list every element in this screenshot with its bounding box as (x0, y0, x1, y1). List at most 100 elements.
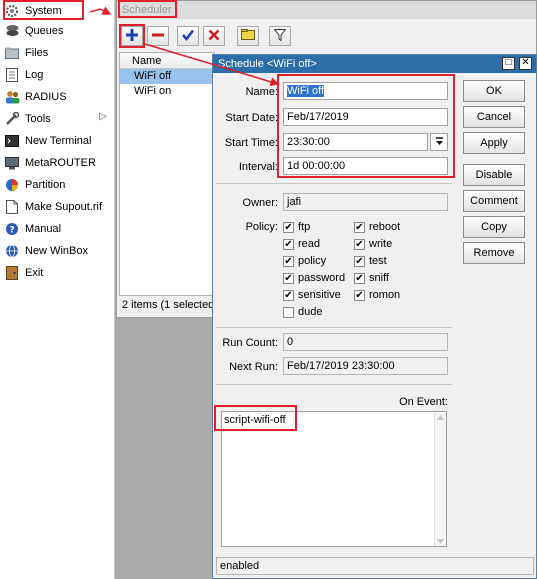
divider (216, 183, 452, 184)
sidebar-item-label: Partition (25, 179, 66, 191)
sidebar-item-system[interactable]: System (0, 0, 115, 22)
owner-field: jafi (283, 193, 448, 211)
list-status: 2 items (1 selected) (122, 299, 218, 311)
remove-button[interactable] (147, 26, 169, 46)
svg-text:?: ? (9, 226, 14, 236)
interval-field[interactable]: 1d 00:00:00 (283, 157, 448, 175)
name-field[interactable]: WiFi off (283, 82, 448, 100)
scheduler-title: Scheduler (117, 1, 536, 19)
checkbox-label: write (369, 238, 393, 250)
event-scrollbar[interactable] (434, 412, 446, 546)
name-value: WiFi off (287, 85, 325, 97)
policy-write-checkbox[interactable]: ✔ write (354, 238, 392, 250)
table-row[interactable]: WiFi off (120, 69, 214, 84)
sidebar-item-new-winbox[interactable]: New WinBox (0, 240, 115, 262)
comment-icon (241, 29, 255, 43)
add-button[interactable] (121, 26, 143, 46)
cancel-button[interactable]: Cancel (463, 106, 525, 128)
disable-button[interactable] (203, 26, 225, 46)
sidebar-item-queues[interactable]: Queues (0, 20, 115, 42)
checkbox-label: policy (298, 255, 327, 267)
sidebar-item-label: New Terminal (25, 135, 92, 147)
chevron-down-icon (435, 136, 444, 149)
apply-button[interactable]: Apply (463, 132, 525, 154)
sidebar-item-make-supout[interactable]: Make Supout.rif (0, 196, 115, 218)
policy-read-checkbox[interactable]: ✔ read (283, 238, 320, 250)
enable-button[interactable] (177, 26, 199, 46)
sidebar-item-label: Queues (25, 25, 64, 37)
sidebar-item-radius[interactable]: RADIUS (0, 86, 115, 108)
policy-policy-checkbox[interactable]: ✔ policy (283, 255, 326, 267)
partition-icon (4, 177, 20, 193)
sidebar-item-log[interactable]: Log (0, 64, 115, 86)
checkbox-label: reboot (369, 221, 401, 233)
policy-sniff-checkbox[interactable]: ✔ sniff (354, 272, 389, 284)
divider (216, 384, 452, 385)
minus-icon (152, 29, 164, 44)
checkbox-label: read (298, 238, 321, 250)
start-time-field[interactable]: 23:30:00 (283, 133, 428, 151)
checkbox-label: sniff (369, 272, 389, 284)
supout-icon (4, 199, 20, 215)
comment-entry-button[interactable]: Comment (463, 190, 525, 212)
policy-test-checkbox[interactable]: ✔ test (354, 255, 387, 267)
maximize-icon: □ (505, 57, 512, 68)
sidebar-item-manual[interactable]: ? Manual (0, 218, 115, 240)
sidebar-item-files[interactable]: Files (0, 42, 115, 64)
cross-icon (208, 29, 220, 44)
submenu-arrow-icon: ▷ (99, 111, 107, 122)
sidebar-item-label: System (25, 5, 62, 17)
policy-dude-checkbox[interactable]: dude (283, 306, 322, 318)
column-header-name[interactable]: Name (120, 53, 214, 69)
name-label: Name: (245, 86, 278, 98)
sidebar-item-new-terminal[interactable]: New Terminal (0, 130, 115, 152)
checkbox-label: password (298, 272, 346, 284)
close-icon: ✕ (521, 57, 530, 68)
terminal-icon (4, 133, 20, 149)
sidebar-item-tools[interactable]: Tools ▷ (0, 108, 115, 130)
schedule-list: Name WiFi off WiFi on (119, 52, 215, 296)
sidebar-item-label: Manual (25, 223, 62, 235)
divider (216, 327, 452, 328)
comment-button[interactable] (237, 26, 259, 46)
gear-icon (4, 3, 20, 19)
users-icon (4, 89, 20, 105)
table-row[interactable]: WiFi on (120, 84, 214, 99)
maximize-button[interactable]: □ (502, 57, 515, 70)
checkbox-label: ftp (298, 221, 311, 233)
start-time-dropdown[interactable] (430, 133, 448, 151)
checkbox-box: ✔ (283, 272, 294, 284)
filter-icon (273, 28, 287, 44)
policy-sensitive-checkbox[interactable]: ✔ sensitive (283, 289, 341, 301)
sidebar-item-partition[interactable]: Partition (0, 174, 115, 196)
checkbox-label: romon (369, 289, 401, 301)
close-button[interactable]: ✕ (519, 57, 532, 70)
policy-reboot-checkbox[interactable]: ✔ reboot (354, 221, 400, 233)
start-time-label: Start Time: (224, 137, 278, 149)
sidebar-item-label: New WinBox (25, 245, 88, 257)
next-run-field: Feb/17/2019 23:30:00 (283, 357, 448, 375)
policy-password-checkbox[interactable]: ✔ password (283, 272, 345, 284)
sidebar-item-metarouter[interactable]: MetaROUTER (0, 152, 115, 174)
policy-label: Policy: (245, 221, 278, 233)
help-icon: ? (4, 221, 20, 237)
on-event-textarea[interactable]: script-wifi-off (221, 411, 447, 547)
copy-button[interactable]: Copy (463, 216, 525, 238)
remove-entry-button[interactable]: Remove (463, 242, 525, 264)
sidebar-item-exit[interactable]: Exit (0, 262, 115, 284)
checkbox-box: ✔ (354, 238, 365, 250)
run-count-field: 0 (283, 333, 448, 351)
sidebar-item-label: MetaROUTER (25, 157, 96, 169)
start-date-field[interactable]: Feb/17/2019 (283, 108, 448, 126)
filter-button[interactable] (269, 26, 291, 46)
ok-button[interactable]: OK (463, 80, 525, 102)
checkbox-box: ✔ (354, 272, 365, 284)
tools-icon (4, 111, 20, 127)
winbox-icon (4, 243, 20, 259)
checkbox-box: ✔ (354, 221, 365, 233)
policy-romon-checkbox[interactable]: ✔ romon (354, 289, 400, 301)
sidebar-item-label: Tools (25, 113, 51, 125)
disable-entry-button[interactable]: Disable (463, 164, 525, 186)
start-date-label: Start Date: (225, 112, 278, 124)
policy-ftp-checkbox[interactable]: ✔ ftp (283, 221, 310, 233)
